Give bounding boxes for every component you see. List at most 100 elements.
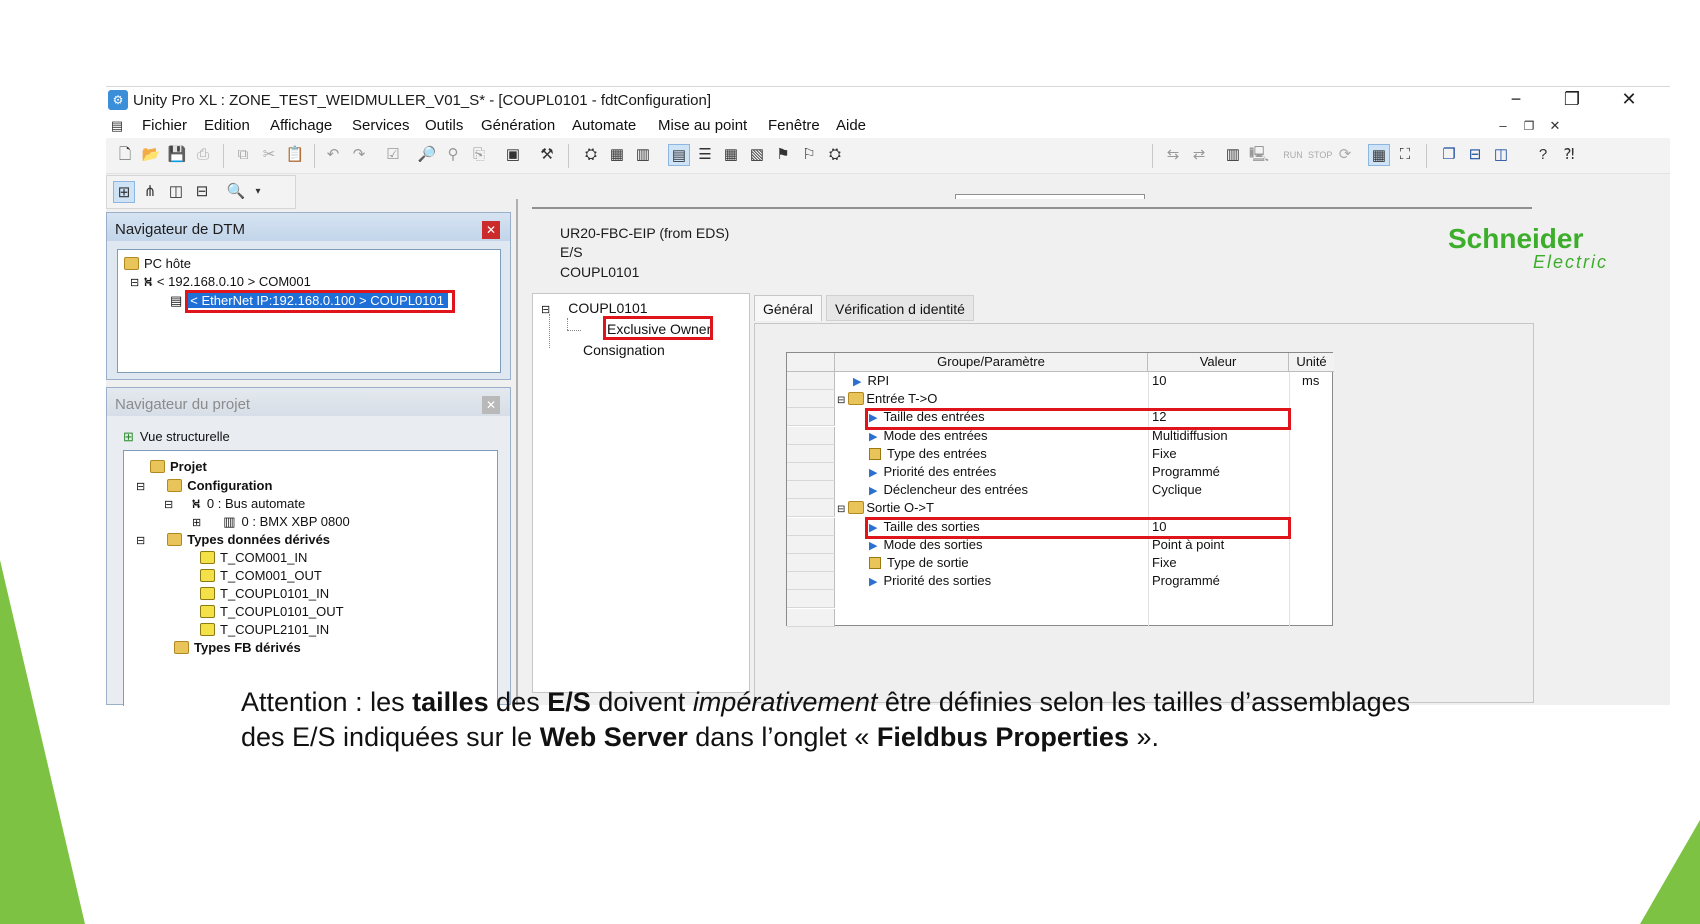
tree-node-rack[interactable]: ⊞ ▥ 0 : BMX XBP 0800 <box>192 514 350 531</box>
param-value[interactable]: 10 <box>1152 372 1166 390</box>
binoculars-icon[interactable]: ⛭ <box>824 144 846 166</box>
collapse-icon[interactable]: ⊟ <box>837 395 845 406</box>
analyze-icon[interactable]: ⛭ <box>580 144 602 166</box>
row-header[interactable] <box>787 499 835 518</box>
table-row[interactable]: ⊟ Sortie O->T <box>835 499 1334 517</box>
zoom-dropdown-icon[interactable]: ▾ <box>247 181 269 203</box>
menu-outils[interactable]: Outils <box>425 117 463 134</box>
restore-button[interactable]: ❐ <box>1549 87 1595 114</box>
menu-edition[interactable]: Edition <box>204 117 250 134</box>
tile-vertical-icon[interactable]: ◫ <box>1490 144 1512 166</box>
close-button[interactable]: ✕ <box>1606 87 1652 114</box>
row-header[interactable] <box>787 408 835 427</box>
menu-fichier[interactable]: Fichier <box>142 117 187 134</box>
table-row[interactable]: ▶ Priorité des entrées Programmé <box>835 463 1334 481</box>
split-horizontal-icon[interactable]: ◫ <box>165 181 187 203</box>
screen-icon[interactable]: ▣ <box>502 144 524 166</box>
close-panel-icon[interactable]: ✕ <box>482 396 500 414</box>
menu-mise-au-point[interactable]: Mise au point <box>658 117 747 134</box>
zoom-icon[interactable]: 🔍 <box>225 181 247 203</box>
init-icon[interactable]: ⟳ <box>1334 144 1356 166</box>
row-header[interactable] <box>787 517 835 536</box>
row-header[interactable] <box>787 463 835 481</box>
tree-node-type[interactable]: T_COM001_IN <box>200 550 307 566</box>
menu-automate[interactable]: Automate <box>572 117 636 134</box>
mdi-close-icon[interactable]: ✕ <box>1544 115 1566 137</box>
row-header[interactable] <box>787 481 835 500</box>
tile-horizontal-icon[interactable]: ⊟ <box>1464 144 1486 166</box>
menu-generation[interactable]: Génération <box>481 117 555 134</box>
tab-general[interactable]: Général <box>754 295 822 321</box>
stop-icon[interactable]: STOP <box>1308 144 1332 166</box>
tab-identity-check[interactable]: Vérification d identité <box>826 295 974 321</box>
menu-affichage[interactable]: Affichage <box>270 117 332 134</box>
paste-icon[interactable]: 📋 <box>284 144 306 166</box>
column-header-group[interactable]: Groupe/Paramètre <box>835 353 1148 372</box>
functional-view-icon[interactable]: ⋔ <box>139 181 161 203</box>
table-row[interactable]: ▶ Priorité des sorties Programmé <box>835 572 1334 590</box>
structural-view-icon[interactable]: ⊞ <box>113 181 135 203</box>
row-header[interactable] <box>787 390 835 409</box>
row-header[interactable] <box>787 426 835 445</box>
minimize-button[interactable]: − <box>1493 87 1539 114</box>
tree-node-pc-host[interactable]: PC hôte <box>124 256 191 272</box>
rebuild-all-icon[interactable]: ▥ <box>632 144 654 166</box>
run-icon[interactable]: RUN <box>1282 144 1304 166</box>
xref-icon[interactable]: ⚐ <box>798 144 820 166</box>
document-icon[interactable]: ▤ <box>106 115 128 137</box>
help-icon[interactable]: ? <box>1532 144 1554 166</box>
menu-services[interactable]: Services <box>352 117 410 134</box>
mdi-minimize-icon[interactable]: – <box>1492 115 1514 137</box>
disconnect-icon[interactable]: ⇄ <box>1188 144 1210 166</box>
copy-icon[interactable]: ⧉ <box>232 144 254 166</box>
table-row[interactable]: Type de sortie Fixe <box>835 554 1334 572</box>
tree-view-icon[interactable]: ☰ <box>694 144 716 166</box>
param-value[interactable]: Fixe <box>1152 554 1177 572</box>
collapse-icon[interactable]: ⊟ <box>837 504 845 515</box>
context-help-icon[interactable]: ⁈ <box>1558 144 1580 166</box>
mdi-restore-icon[interactable]: ❐ <box>1518 115 1540 137</box>
transfer-icon[interactable]: ▥ <box>1222 144 1244 166</box>
table-row[interactable]: ⊟ Entrée T->O <box>835 390 1334 408</box>
table-row[interactable]: Type des entrées Fixe <box>835 445 1334 463</box>
cascade-icon[interactable]: ❐ <box>1438 144 1460 166</box>
tree-node-type[interactable]: T_COUPL0101_OUT <box>200 604 344 620</box>
row-header[interactable] <box>787 554 835 572</box>
param-value[interactable]: Programmé <box>1152 463 1220 481</box>
row-header[interactable] <box>787 572 835 591</box>
tree-node-fb-types[interactable]: Types FB dérivés <box>174 640 301 656</box>
tree-node-projet[interactable]: Projet <box>150 459 207 475</box>
table-row[interactable]: ▶ RPI 10 ms <box>835 372 1334 390</box>
tree-node-type[interactable]: T_COM001_OUT <box>200 568 322 584</box>
search-icon[interactable]: 🔎 <box>416 144 438 166</box>
tree-node-consignation[interactable]: Consignation <box>583 342 665 358</box>
save-icon[interactable]: 💾 <box>166 144 188 166</box>
row-header[interactable] <box>787 444 835 463</box>
tree-node-derived-types[interactable]: ⊟ Types données dérivés <box>136 532 330 549</box>
table-row[interactable]: ▶ Déclencheur des entrées Cyclique <box>835 481 1334 499</box>
structural-view-label[interactable]: ⊞ Vue structurelle <box>123 429 230 445</box>
redo-icon[interactable]: ↷ <box>348 144 370 166</box>
rebuild-icon[interactable]: ▦ <box>606 144 628 166</box>
param-value[interactable]: Programmé <box>1152 572 1220 590</box>
watch-icon[interactable]: ⛶ <box>1394 144 1416 166</box>
column-header-unit[interactable]: Unité <box>1289 353 1334 372</box>
build-icon[interactable]: ⚒ <box>536 144 558 166</box>
tree-node-type[interactable]: T_COUPL2101_IN <box>200 622 329 638</box>
param-value[interactable]: Cyclique <box>1152 481 1202 499</box>
menu-fenetre[interactable]: Fenêtre <box>768 117 820 134</box>
menu-aide[interactable]: Aide <box>836 117 866 134</box>
view-icon[interactable]: ▤ <box>668 144 690 166</box>
row-header[interactable] <box>787 372 835 390</box>
animation-icon[interactable]: ▦ <box>1368 144 1390 166</box>
close-panel-icon[interactable]: ✕ <box>482 221 500 239</box>
variables-icon[interactable]: ⚑ <box>772 144 794 166</box>
properties-icon[interactable]: ▧ <box>746 144 768 166</box>
goto-icon[interactable]: ⎘ <box>468 144 490 166</box>
new-file-icon[interactable]: 🗋 <box>114 144 136 166</box>
split-vertical-icon[interactable]: ⊟ <box>191 181 213 203</box>
simulator-icon[interactable]: 🖳 <box>1248 144 1270 166</box>
row-header[interactable] <box>787 535 835 554</box>
table-icon[interactable]: ▦ <box>720 144 742 166</box>
print-icon[interactable]: ⎙ <box>192 144 214 166</box>
